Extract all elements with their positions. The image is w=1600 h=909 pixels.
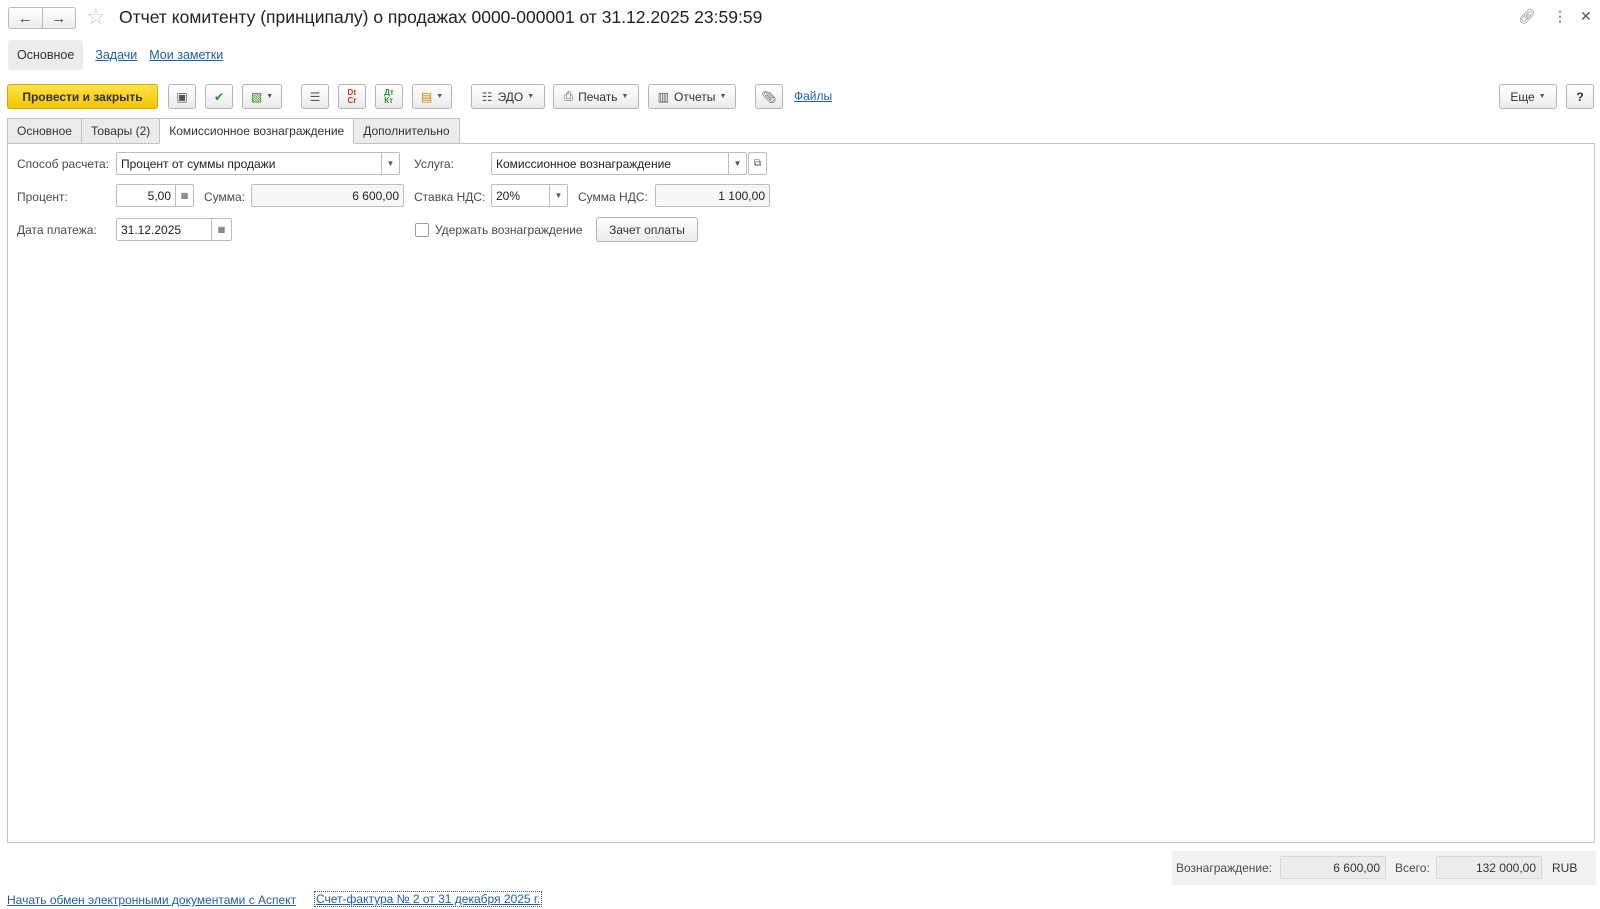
files-link[interactable]: Файлы [794, 89, 832, 103]
dt-cr-icon: Dt Cr [347, 87, 357, 105]
chevron-down-icon: ▼ [621, 93, 629, 100]
edo-icon: ☷ [481, 89, 493, 104]
withhold-checkbox[interactable] [415, 223, 429, 237]
reports-icon: ▥ [657, 89, 669, 104]
attach-button[interactable]: 📎︎ [755, 84, 783, 109]
paperclip-icon: 📎︎ [761, 89, 777, 104]
more-button[interactable]: Еще ▼ [1499, 84, 1557, 109]
vat-sum-label: Сумма НДС: [578, 190, 648, 204]
sum-field: 6 600,00 [251, 184, 404, 207]
vat-sum-value: 1 100,00 [718, 188, 765, 203]
total-field: 132 000,00 [1436, 856, 1542, 879]
chevron-down-icon: ▼ [1538, 93, 1546, 100]
section-tasks-link[interactable]: Задачи [95, 48, 137, 62]
open-service-button[interactable]: ⧉ [748, 152, 767, 175]
calc-method-select[interactable]: Процент от суммы продажи ▼ [116, 152, 400, 175]
tab-goods[interactable]: Товары (2) [80, 118, 161, 144]
pay-date-label: Дата платежа: [17, 223, 97, 237]
tab-main[interactable]: Основное [7, 118, 82, 144]
chevron-down-icon[interactable]: ▼ [549, 185, 567, 206]
form-tabs: Основное Товары (2) Комиссионное вознагр… [7, 118, 460, 144]
chevron-down-icon: ▼ [266, 93, 274, 100]
nav-buttons: ← → [8, 7, 76, 29]
section-main[interactable]: Основное [8, 40, 84, 70]
reports-label: Отчеты [673, 89, 716, 104]
document-list-button[interactable]: ☰ [301, 84, 329, 109]
printer-icon: ⎙ [563, 89, 574, 103]
vat-sum-field: 1 100,00 [655, 184, 770, 207]
save-button[interactable]: ▣ [168, 84, 196, 109]
close-icon[interactable]: ✕ [1580, 8, 1592, 25]
dt-kt-button[interactable]: Дт Кт [375, 84, 403, 109]
edo-button[interactable]: ☷ ЭДО ▼ [471, 84, 545, 109]
chevron-down-icon: ▼ [436, 93, 444, 100]
save-disk-icon: ▣ [176, 89, 188, 104]
chevron-down-icon: ▼ [527, 93, 535, 100]
calc-method-label: Способ расчета: [17, 157, 109, 171]
reward-label: Вознаграждение: [1176, 861, 1273, 875]
section-notes-link[interactable]: Мои заметки [149, 48, 223, 62]
vat-rate-label: Ставка НДС: [414, 190, 486, 204]
calc-method-value: Процент от суммы продажи [121, 156, 276, 171]
reports-button[interactable]: ▥ Отчеты ▼ [648, 84, 736, 109]
kebab-menu-icon[interactable]: ⋮ [1553, 8, 1567, 25]
help-button[interactable]: ? [1566, 84, 1594, 109]
forward-arrow-icon[interactable]: → [41, 8, 76, 28]
chevron-down-icon[interactable]: ▼ [728, 153, 746, 174]
window-title: Отчет комитенту (принципалу) о продажах … [119, 7, 763, 27]
vat-rate-value: 20% [496, 188, 521, 203]
back-arrow-icon[interactable]: ← [9, 8, 42, 28]
invoice-link[interactable]: Счет-фактура № 2 от 31 декабря 2025 г. [314, 891, 543, 907]
total-label: Всего: [1395, 861, 1430, 875]
dt-cr-button[interactable]: Dt Cr [338, 84, 366, 109]
withhold-label: Удержать вознаграждение [435, 223, 583, 237]
percent-label: Процент: [17, 190, 68, 204]
link-icon[interactable]: 🔗︎ [1518, 8, 1536, 25]
list-icon: ☰ [309, 89, 321, 104]
payment-offset-button[interactable]: Зачет оплаты [596, 217, 698, 242]
open-external-icon: ⧉ [753, 158, 762, 169]
start-edo-link[interactable]: Начать обмен электронными документами с … [7, 893, 296, 907]
edo-label: ЭДО [497, 89, 524, 104]
calendar-icon[interactable]: ▦ [211, 219, 231, 240]
star-icon[interactable]: ☆ [86, 4, 106, 30]
percent-value: 5,00 [147, 188, 171, 203]
sum-value: 6 600,00 [352, 188, 399, 203]
service-select[interactable]: Комиссионное вознаграждение ▼ [491, 152, 747, 175]
related-documents-button[interactable]: ▤ ▼ [412, 84, 452, 109]
dt-kt-icon: Дт Кт [384, 87, 394, 105]
title-bar: ← → ☆ Отчет комитенту (принципалу) о про… [0, 0, 1600, 36]
post-document-icon: ✔ [213, 89, 225, 104]
tab-additional[interactable]: Дополнительно [353, 118, 460, 144]
percent-input[interactable]: 5,00 ▦ [116, 184, 194, 207]
more-label: Еще [1510, 89, 1535, 104]
chevron-down-icon[interactable]: ▼ [381, 153, 399, 174]
reward-field: 6 600,00 [1280, 856, 1386, 879]
calculator-icon[interactable]: ▦ [175, 185, 193, 206]
print-label: Печать [578, 89, 618, 104]
vat-rate-select[interactable]: 20% ▼ [491, 184, 568, 207]
toolbar: Провести и закрыть ▣ ✔ ▧ ▼ ☰ Dt Cr Дт Кт ▤… [0, 84, 1600, 110]
post-button[interactable]: ✔ [205, 84, 233, 109]
currency-label: RUB [1552, 861, 1578, 875]
create-based-icon: ▧ [250, 89, 263, 104]
post-and-close-button[interactable]: Провести и закрыть [7, 84, 158, 109]
service-label: Услуга: [414, 157, 454, 171]
related-docs-icon: ▤ [420, 89, 433, 104]
pay-date-value: 31.12.2025 [121, 222, 182, 237]
footer-totals: Вознаграждение: 6 600,00 Всего: 132 000,… [1172, 851, 1596, 885]
section-links: Основное Задачи Мои заметки [8, 40, 223, 70]
tab-commission[interactable]: Комиссионное вознаграждение [159, 118, 355, 144]
print-button[interactable]: ⎙ Печать ▼ [553, 84, 639, 109]
create-based-on-button[interactable]: ▧ ▼ [242, 84, 282, 109]
commission-panel [7, 143, 1595, 843]
service-value: Комиссионное вознаграждение [496, 156, 671, 171]
chevron-down-icon: ▼ [719, 93, 727, 100]
pay-date-input[interactable]: 31.12.2025 ▦ [116, 218, 232, 241]
sum-label: Сумма: [204, 190, 246, 204]
